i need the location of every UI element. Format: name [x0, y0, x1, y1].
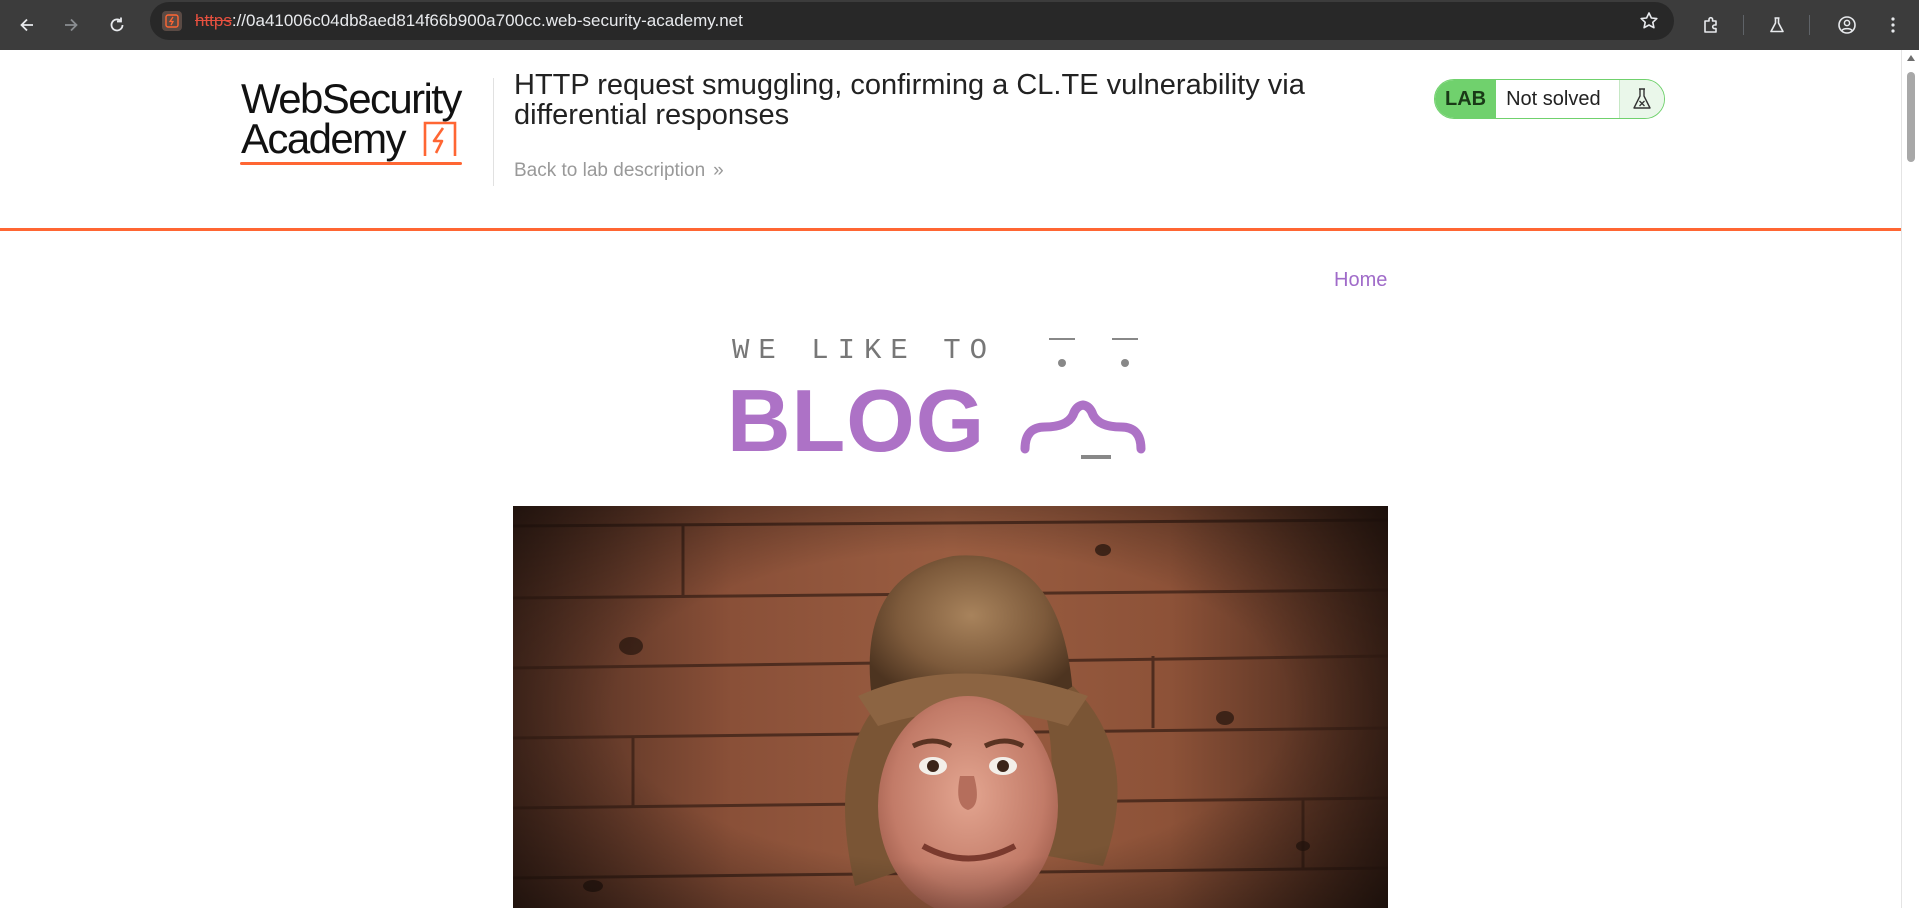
reload-icon [110, 17, 124, 32]
profile-button[interactable] [1827, 5, 1867, 45]
browser-toolbar: https://0a41006c04db8aed814f66b900a700cc… [0, 0, 1919, 50]
banner-line1: WE LIKE TO [732, 338, 996, 367]
back-to-lab-description-link[interactable]: Back to lab description » [514, 160, 724, 182]
flask-icon [1619, 80, 1664, 118]
header-divider [493, 78, 494, 186]
banner-line2: BLOG [727, 371, 985, 470]
back-button[interactable] [7, 5, 47, 45]
more-menu-button[interactable] [1873, 5, 1913, 45]
extensions-icon [1704, 16, 1717, 33]
forward-icon [65, 18, 78, 32]
address-bar[interactable]: https://0a41006c04db8aed814f66b900a700cc… [150, 2, 1674, 40]
scroll-up-arrow-icon[interactable] [1907, 55, 1915, 61]
logo-text-line1: WebSecurity [241, 75, 462, 122]
lab-badge: LAB [1435, 80, 1497, 118]
scroll-thumb[interactable] [1907, 72, 1915, 162]
profile-icon [1838, 16, 1856, 34]
url-scheme: https [195, 11, 232, 30]
toolbar-divider [1743, 15, 1744, 35]
url-text[interactable]: https://0a41006c04db8aed814f66b900a700cc… [195, 11, 743, 31]
we-like-to-blog-banner: WE LIKE TO BLOG [727, 338, 1146, 470]
extensions-button[interactable] [1691, 5, 1731, 45]
nav-home-link[interactable]: Home [1334, 269, 1387, 292]
academy-header: WebSecurity Academy HTTP request smuggli… [0, 50, 1901, 231]
web-security-academy-logo[interactable]: WebSecurity Academy [240, 76, 490, 168]
labs-flask-icon [1770, 17, 1784, 33]
lab-status-widget[interactable]: LAB Not solved [1434, 79, 1665, 119]
page-scrollbar[interactable] [1901, 50, 1919, 908]
blog-post-hero-image[interactable] [513, 506, 1388, 908]
logo-underline [240, 162, 462, 165]
reload-button[interactable] [97, 5, 137, 45]
bookmark-star-icon[interactable] [1638, 10, 1660, 32]
lab-title: HTTP request smuggling, confirming a CL.… [514, 69, 1305, 131]
double-chevron-right-icon: » [713, 160, 724, 181]
labs-button[interactable] [1757, 5, 1797, 45]
back-link-label: Back to lab description [514, 160, 706, 181]
emoticon-face-icon [1020, 338, 1146, 459]
page-content: WebSecurity Academy HTTP request smuggli… [0, 50, 1901, 908]
site-info-icon[interactable] [162, 11, 182, 31]
url-host: ://0a41006c04db8aed814f66b900a700cc.web-… [231, 11, 743, 30]
more-menu-icon [1891, 17, 1895, 33]
lightning-bolt-icon [423, 121, 457, 156]
logo-text-line2: Academy [241, 115, 406, 162]
lab-status-text: Not solved [1496, 80, 1620, 118]
back-icon [20, 18, 33, 32]
toolbar-divider [1809, 15, 1810, 35]
forward-button[interactable] [51, 5, 91, 45]
